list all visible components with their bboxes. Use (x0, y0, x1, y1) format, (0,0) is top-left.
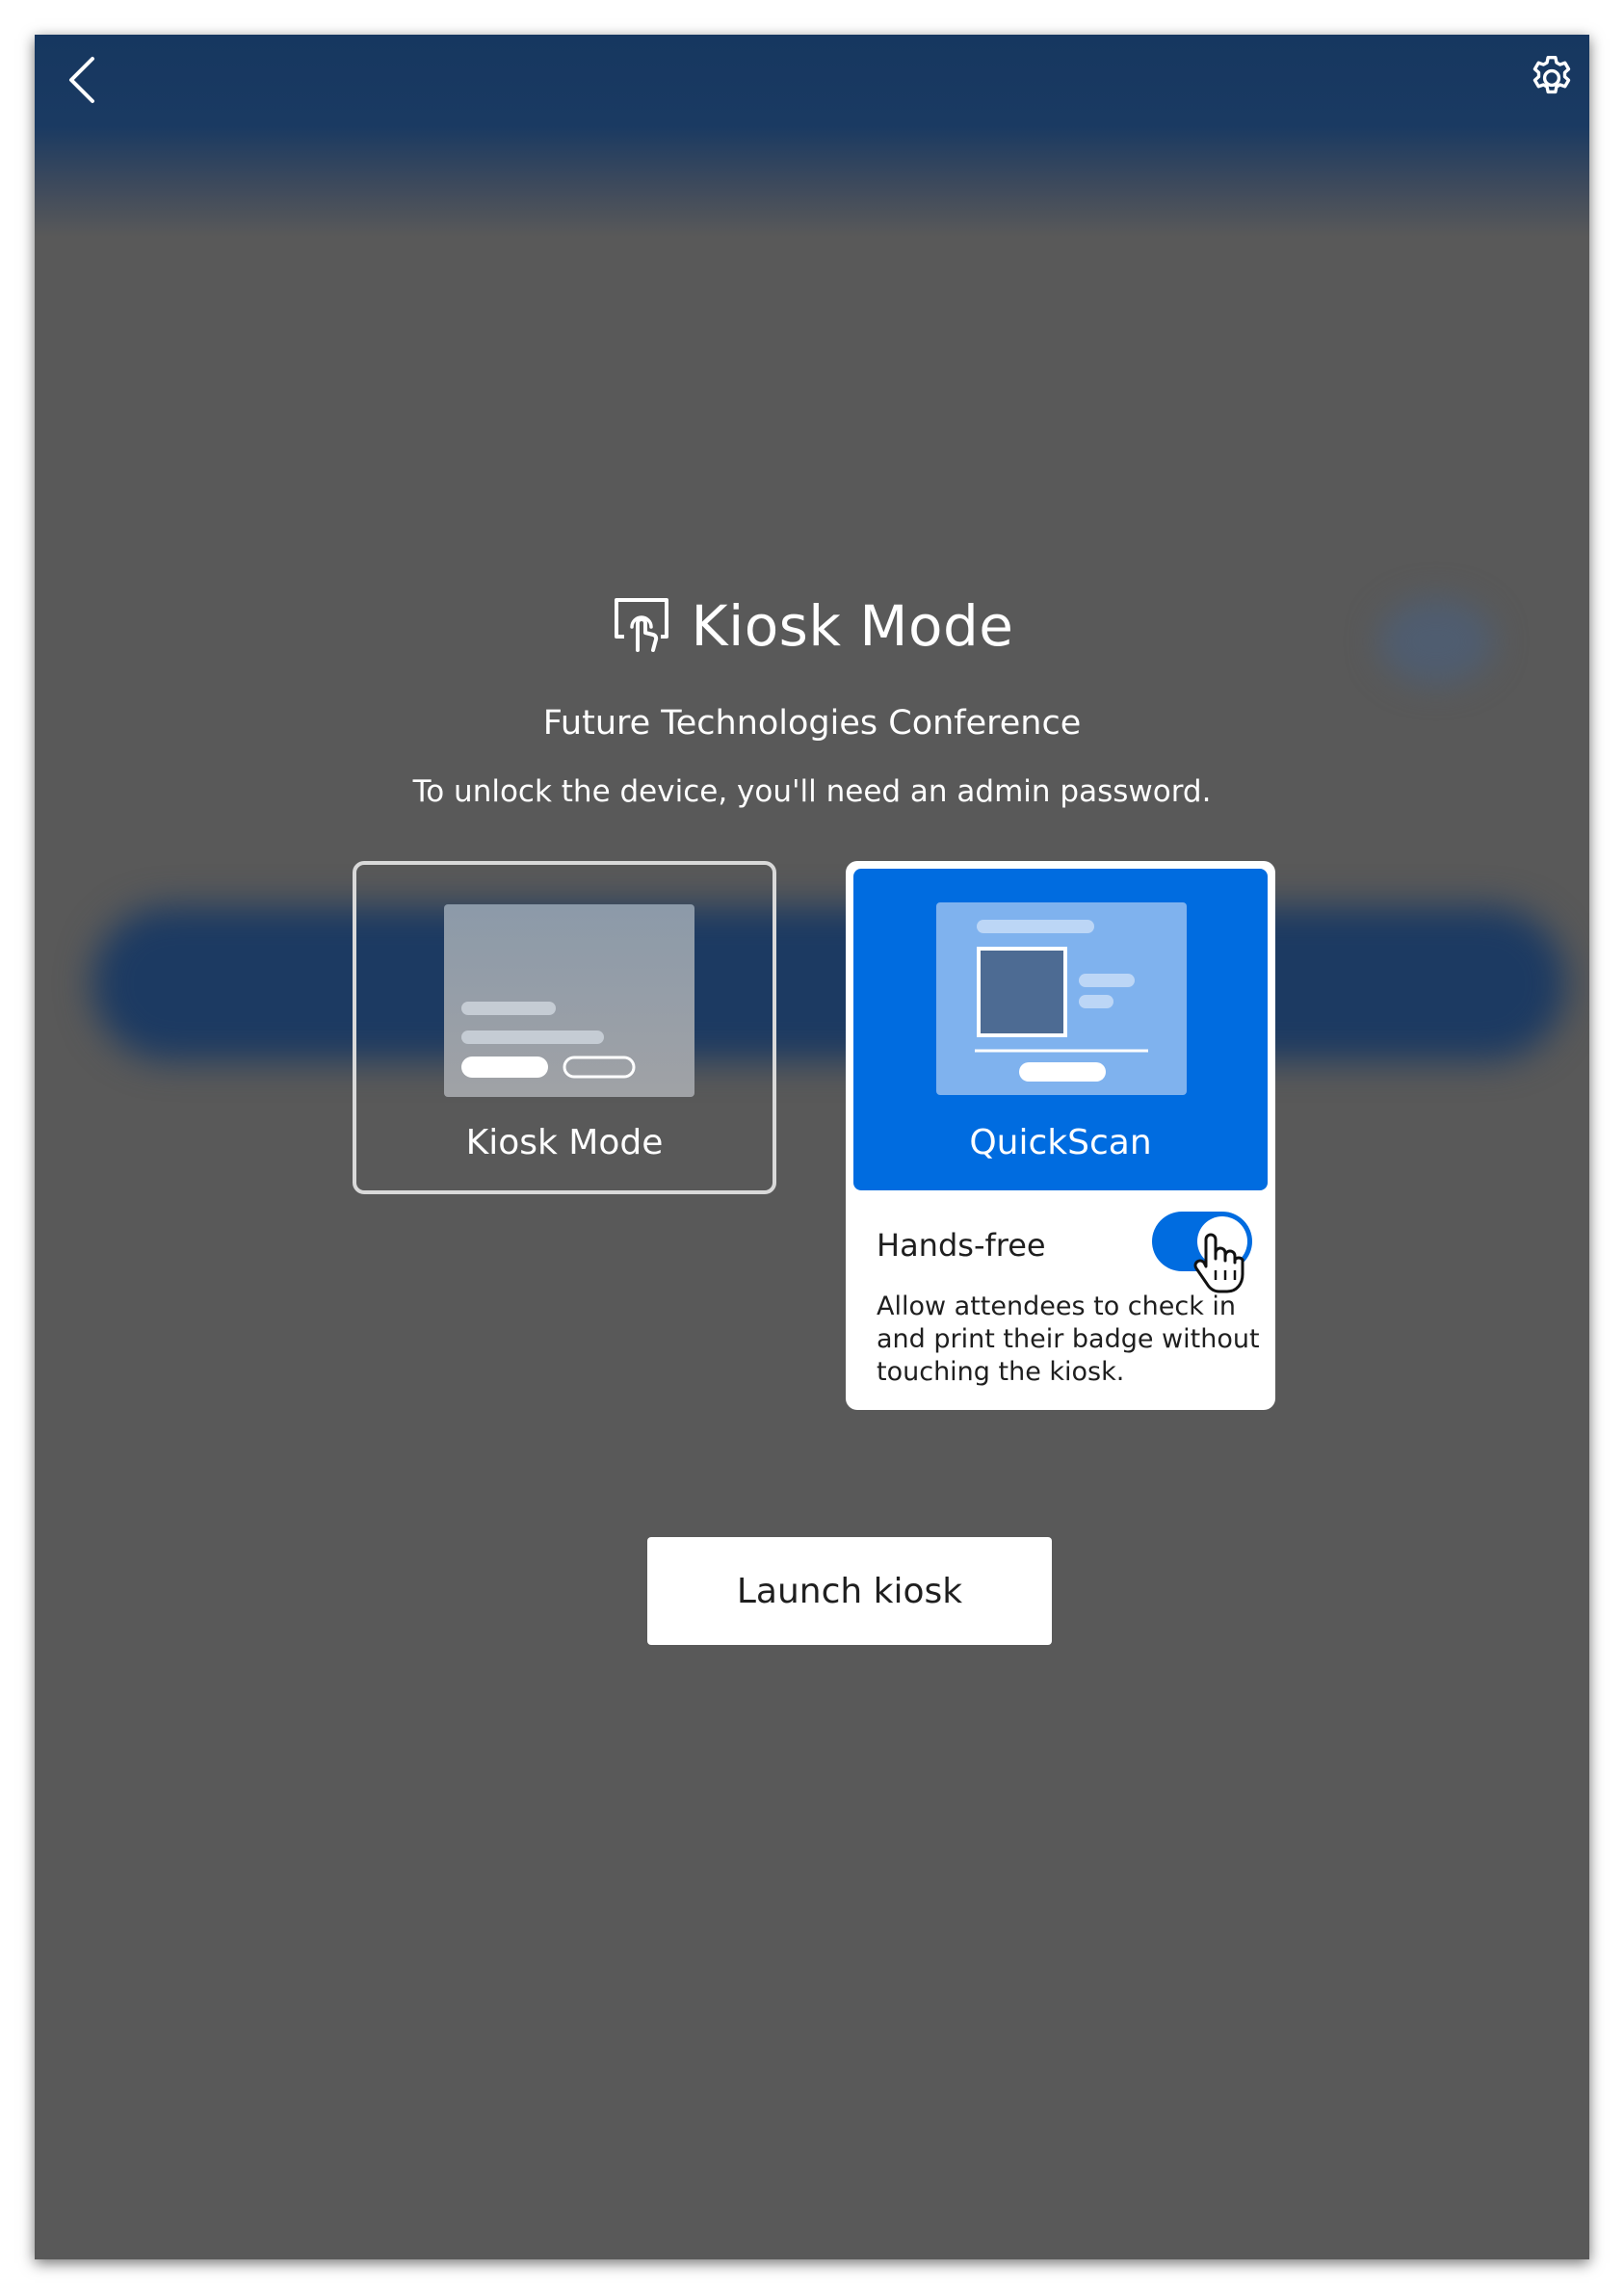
unlock-hint: To unlock the device, you'll need an adm… (412, 774, 1212, 809)
launch-kiosk-button[interactable]: Launch kiosk (647, 1537, 1052, 1645)
quickscan-illustration (936, 902, 1187, 1095)
chevron-left-icon (69, 57, 94, 103)
quickscan-option[interactable]: QuickScan (853, 869, 1268, 1190)
event-name: Future Technologies Conference (542, 704, 1082, 743)
hand-pointer-icon (1193, 1233, 1244, 1293)
back-button[interactable] (54, 46, 112, 114)
background-blur (92, 906, 1566, 1060)
settings-button[interactable] (1518, 44, 1585, 112)
touch-screen-icon (614, 598, 668, 652)
gear-icon (1532, 55, 1571, 94)
hands-free-label: Hands-free (877, 1227, 1046, 1264)
kiosk-setup-screen: Kiosk Mode Future Technologies Conferenc… (35, 35, 1589, 2259)
quickscan-card[interactable]: QuickScan Hands-free Allow attendees to … (846, 861, 1275, 1410)
quickscan-label: QuickScan (969, 1123, 1152, 1162)
kiosk-mode-card[interactable]: Kiosk Mode (353, 861, 776, 1194)
top-bar (35, 35, 1589, 237)
kiosk-mode-label: Kiosk Mode (465, 1123, 664, 1162)
kiosk-mode-illustration (444, 904, 694, 1097)
page-header: Kiosk Mode (35, 593, 1589, 659)
page-title: Kiosk Mode (691, 593, 1014, 659)
hands-free-description: Allow attendees to check in and print th… (877, 1292, 1260, 1387)
